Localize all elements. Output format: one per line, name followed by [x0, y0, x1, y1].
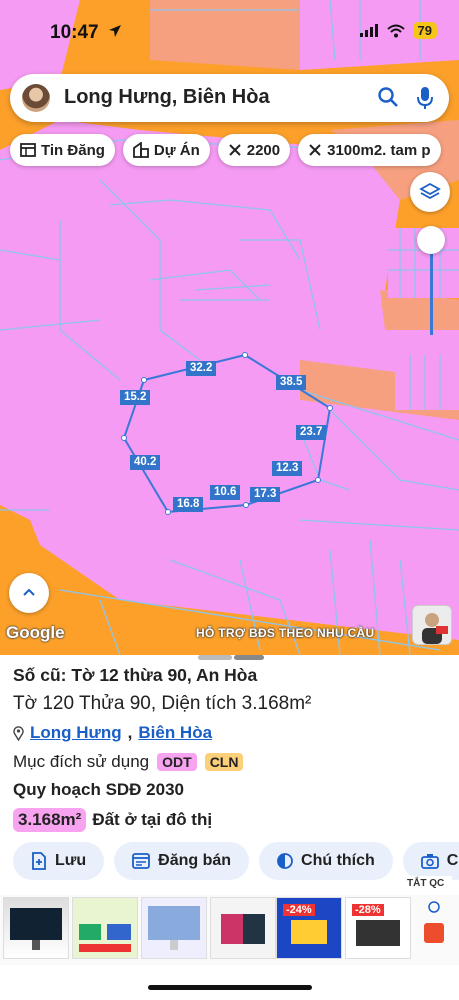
- ad-monitor-6[interactable]: -28%: [345, 897, 411, 959]
- dimension-label: 38.5: [276, 375, 307, 390]
- close-ads-button[interactable]: TẮT QC: [399, 876, 453, 891]
- user-avatar[interactable]: [22, 84, 50, 112]
- post-label: Đăng bán: [158, 852, 232, 869]
- dimension-label: 12.3: [272, 461, 303, 476]
- purpose-tag-odt: ODT: [157, 753, 197, 771]
- chip-3100m2[interactable]: 3100m2. tam p: [298, 134, 441, 166]
- search-input[interactable]: Long Hưng, Biên Hòa: [64, 86, 270, 109]
- plan-title: Quy hoạch SDĐ 2030: [13, 780, 185, 799]
- ad-discount-badge: -24%: [283, 904, 315, 916]
- legend-icon: [277, 853, 293, 869]
- status-bar: 10:47 79: [0, 0, 459, 64]
- support-avatar[interactable]: [412, 605, 452, 645]
- old-parcel-ref: Số cũ: Tờ 12 thừa 90, An Hòa: [13, 665, 258, 685]
- ruler-icon: [229, 144, 241, 156]
- ruler-icon: [309, 144, 321, 156]
- planned-area-row: 3.168m² Đất ở tại đô thị: [13, 808, 212, 832]
- chip-label: Tin Đăng: [41, 141, 105, 159]
- location-arrow-icon: [109, 25, 121, 37]
- dimension-label: 15.2: [120, 390, 151, 405]
- parcel-description: Tờ 120 Thửa 90, Diện tích 3.168m²: [13, 693, 312, 714]
- opacity-slider-knob[interactable]: [417, 226, 445, 254]
- camera-icon: [420, 854, 439, 869]
- dimension-label: 17.3: [250, 487, 281, 502]
- purpose-label: Mục đích sử dụng: [13, 752, 150, 771]
- layers-icon: [419, 182, 441, 200]
- ad-banner[interactable]: -24% -28%: [0, 895, 459, 965]
- chip-label: Dự Án: [153, 141, 200, 159]
- legend-button[interactable]: Chú thích: [259, 842, 393, 880]
- camera-button[interactable]: C: [402, 842, 459, 880]
- area-value-badge: 3.168m²: [13, 808, 87, 832]
- location-pin-icon: [13, 725, 24, 741]
- save-label: Lưu: [55, 852, 87, 869]
- address-separator: ,: [127, 723, 133, 742]
- sheet-handle[interactable]: [198, 655, 232, 660]
- expand-up-button[interactable]: [9, 573, 49, 613]
- dimension-label: 40.2: [130, 455, 161, 470]
- ad-shop-icon[interactable]: [416, 899, 452, 959]
- post-sale-button[interactable]: Đăng bán: [114, 842, 250, 880]
- chip-du-an[interactable]: Dự Án: [122, 134, 210, 166]
- battery-level: 79: [412, 22, 437, 39]
- chevron-up-icon: [23, 588, 35, 596]
- parcel-address: Long Hưng , Biên Hòa: [13, 723, 212, 743]
- filter-chips: Tin Đăng Dự Án 2200 3100m2. tam p: [10, 134, 441, 166]
- city-link[interactable]: Biên Hòa: [138, 723, 212, 743]
- purpose-tag-cln: CLN: [204, 753, 244, 771]
- search-bar[interactable]: Long Hưng, Biên Hòa: [10, 74, 449, 122]
- listing-icon: [20, 143, 36, 157]
- layers-button[interactable]: [410, 172, 450, 212]
- opacity-slider-track[interactable]: [430, 240, 433, 335]
- google-attribution: Google: [6, 623, 65, 642]
- save-icon: [32, 852, 46, 870]
- chip-label: 2200: [246, 141, 281, 159]
- search-icon[interactable]: [377, 86, 399, 108]
- support-banner-text[interactable]: HỖ TRỢ BĐS THEO NHU CẦU: [196, 626, 374, 640]
- dimension-label: 32.2: [186, 361, 217, 376]
- camera-label: C: [446, 852, 459, 869]
- ad-promo-2[interactable]: [72, 897, 138, 959]
- dimension-label: 16.8: [173, 497, 204, 512]
- action-buttons: Lưu Đăng bán Chú thích C: [13, 842, 459, 880]
- home-indicator: [148, 985, 312, 990]
- ad-monitor-4[interactable]: [210, 897, 276, 959]
- signal-icon: [359, 23, 378, 37]
- legend-label: Chú thích: [301, 852, 375, 869]
- chip-label: 3100m2. tam p: [327, 141, 431, 159]
- ward-link[interactable]: Long Hưng: [30, 723, 122, 743]
- status-time: 10:47: [50, 22, 99, 43]
- land-purpose-row: Mục đích sử dụng ODT CLN: [13, 752, 244, 772]
- post-icon: [132, 853, 151, 869]
- dimension-label: 10.6: [210, 485, 241, 500]
- area-land-type: Đất ở tại đô thị: [92, 810, 213, 829]
- sheet-handle-indicator: [234, 655, 264, 660]
- chip-tin-dang[interactable]: Tin Đăng: [10, 134, 115, 166]
- ad-monitor-5[interactable]: -24%: [276, 897, 342, 959]
- wifi-icon: [386, 24, 405, 37]
- building-icon: [132, 142, 149, 158]
- chip-2200[interactable]: 2200: [217, 134, 291, 166]
- save-button[interactable]: Lưu: [13, 842, 105, 880]
- dimension-label: 23.7: [296, 425, 327, 440]
- ad-monitor-1[interactable]: [3, 897, 69, 959]
- ad-monitor-3[interactable]: [141, 897, 207, 959]
- microphone-icon[interactable]: [415, 85, 435, 111]
- ad-discount-badge: -28%: [352, 904, 384, 916]
